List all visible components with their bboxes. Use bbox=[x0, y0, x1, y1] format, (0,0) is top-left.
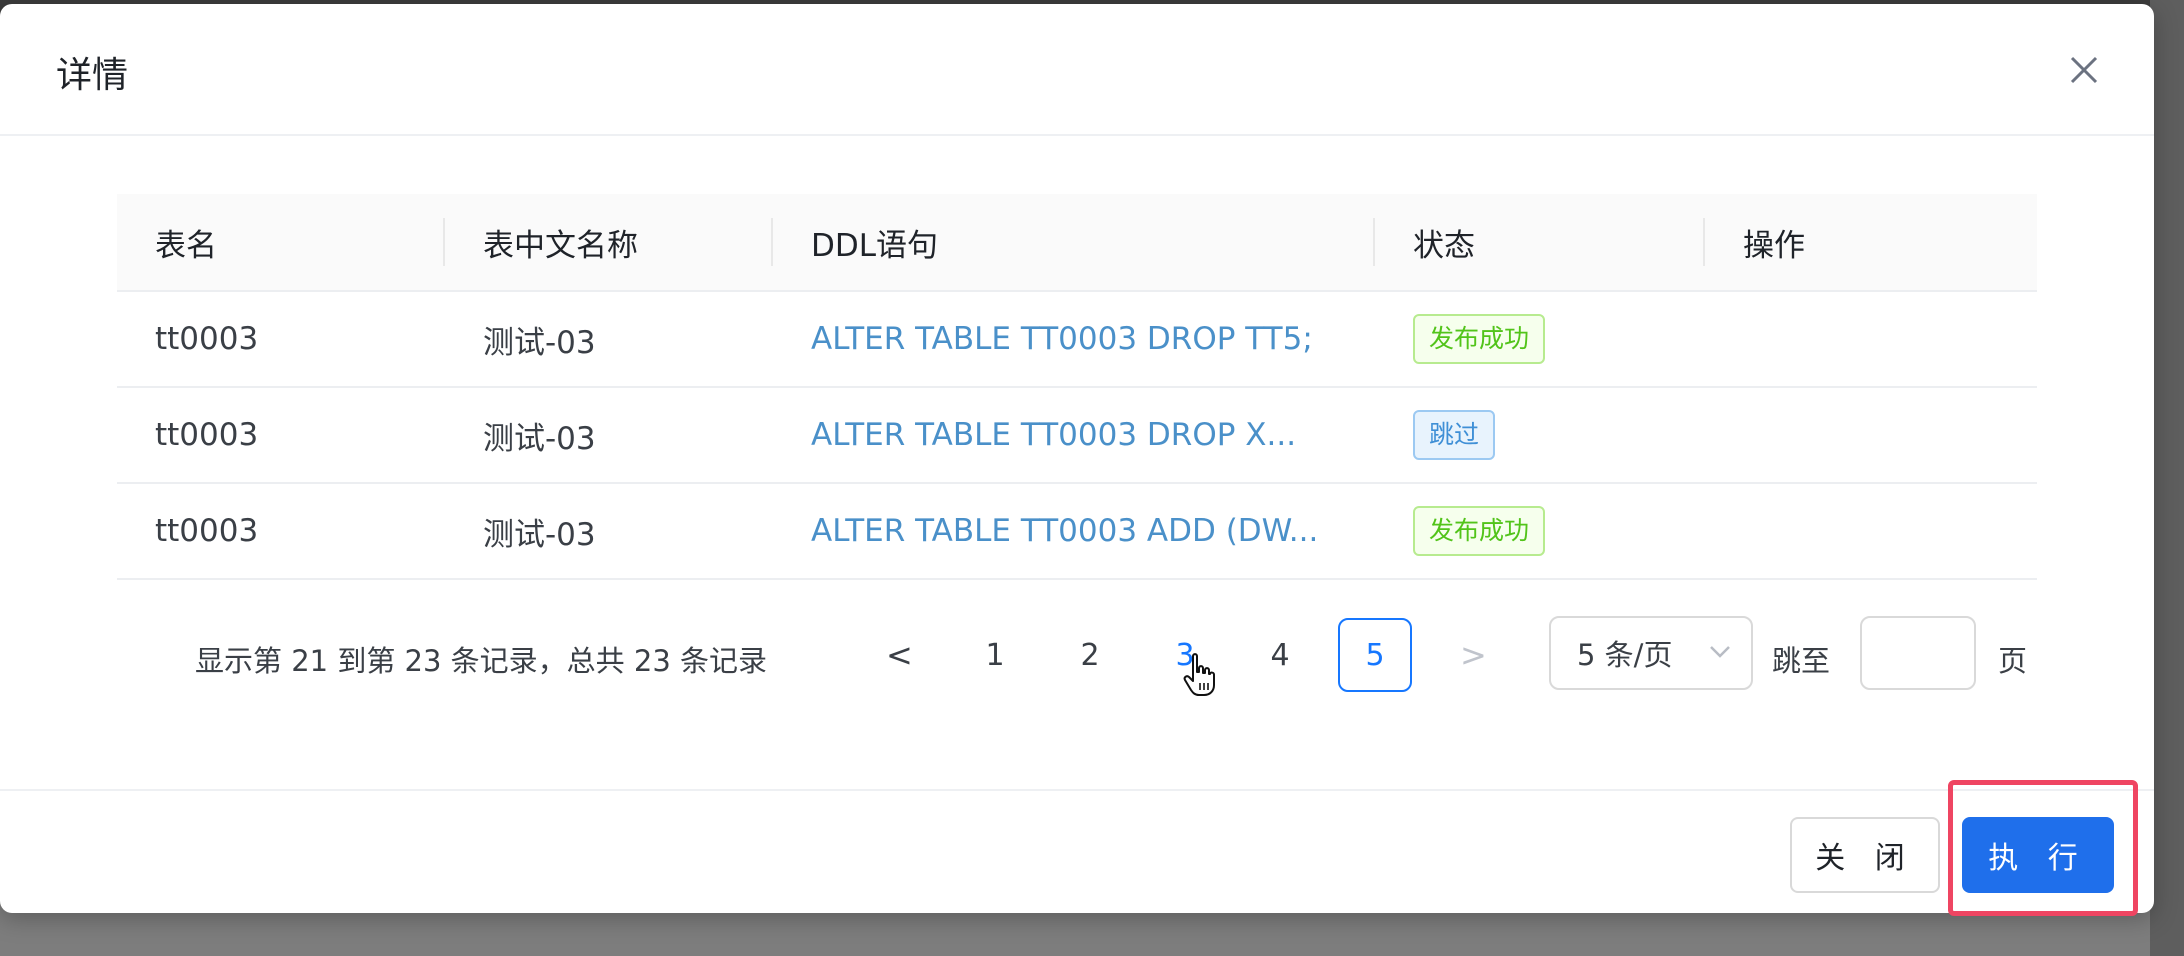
close-button[interactable]: 关 闭 bbox=[1790, 817, 1940, 893]
column-header-table-cn-name: 表中文名称 bbox=[445, 194, 773, 290]
cell-table-name: tt0003 bbox=[155, 321, 259, 357]
pagination: 显示第 21 到第 23 条记录，总共 23 条记录 < 1 2 3 4 5 >… bbox=[0, 614, 2154, 694]
column-header-actions: 操作 bbox=[1743, 227, 1805, 264]
column-header-table-name: 表名 bbox=[117, 194, 445, 290]
highlight-annotation bbox=[1948, 780, 2138, 916]
close-icon[interactable] bbox=[2068, 54, 2100, 86]
page-size-select[interactable]: 5 条/页 bbox=[1549, 616, 1753, 690]
page-item-4[interactable]: 4 bbox=[1243, 618, 1317, 692]
table-header: 表名 表中文名称 DDL语句 状态 操作 bbox=[117, 194, 2037, 292]
cell-table-cn-name: 测试-03 bbox=[483, 324, 596, 361]
cell-table-name: tt0003 bbox=[155, 513, 259, 549]
table-row: tt0003 测试-03 ALTER TABLE TT0003 DROP X..… bbox=[117, 388, 2037, 484]
page-size-value: 5 条/页 bbox=[1577, 638, 1673, 672]
dialog-header: 详情 bbox=[0, 4, 2154, 136]
cell-status: 发布成功 bbox=[1375, 506, 1705, 556]
column-header-ddl: DDL语句 bbox=[773, 194, 1375, 290]
status-badge: 发布成功 bbox=[1413, 314, 1546, 364]
cell-ddl: ALTER TABLE TT0003 DROP X... bbox=[773, 417, 1375, 453]
column-header-status: 状态 bbox=[1375, 194, 1705, 290]
jump-label: 跳至 bbox=[1772, 644, 1831, 678]
table-row: tt0003 测试-03 ALTER TABLE TT0003 ADD (DW.… bbox=[117, 484, 2037, 580]
next-page-button[interactable]: > bbox=[1460, 636, 1487, 674]
chevron-down-icon bbox=[1710, 646, 1730, 658]
dialog-footer: 关 闭 执 行 bbox=[0, 789, 2154, 915]
page-item-2[interactable]: 2 bbox=[1053, 618, 1127, 692]
cell-status: 跳过 bbox=[1375, 410, 1705, 460]
page-item-1[interactable]: 1 bbox=[958, 618, 1032, 692]
pagination-summary: 显示第 21 到第 23 条记录，总共 23 条记录 bbox=[195, 644, 768, 678]
cell-table-cn-name: 测试-03 bbox=[483, 420, 596, 457]
cell-ddl: ALTER TABLE TT0003 ADD (DW... bbox=[773, 513, 1375, 549]
ddl-link[interactable]: ALTER TABLE TT0003 DROP X... bbox=[811, 417, 1296, 453]
ddl-link[interactable]: ALTER TABLE TT0003 ADD (DW... bbox=[811, 513, 1318, 549]
table-row: tt0003 测试-03 ALTER TABLE TT0003 DROP TT5… bbox=[117, 292, 2037, 388]
jump-suffix-label: 页 bbox=[1998, 644, 2028, 678]
backdrop-right-strip bbox=[2150, 0, 2184, 956]
hand-cursor-icon bbox=[1183, 653, 1215, 696]
status-badge: 发布成功 bbox=[1413, 506, 1546, 556]
page-item-5[interactable]: 5 bbox=[1338, 618, 1412, 692]
cell-table-cn-name: 测试-03 bbox=[483, 516, 596, 553]
ddl-table: 表名 表中文名称 DDL语句 状态 操作 tt0003 测试-03 ALTER … bbox=[117, 194, 2037, 580]
ddl-link[interactable]: ALTER TABLE TT0003 DROP TT5; bbox=[811, 321, 1313, 357]
jump-page-input[interactable] bbox=[1860, 616, 1976, 690]
status-badge: 跳过 bbox=[1413, 410, 1496, 460]
cell-status: 发布成功 bbox=[1375, 314, 1705, 364]
cell-ddl: ALTER TABLE TT0003 DROP TT5; bbox=[773, 321, 1375, 357]
prev-page-button[interactable]: < bbox=[886, 636, 913, 674]
detail-dialog: 详情 表名 表中文名称 DDL语句 状态 操作 tt0003 测试-03 ALT… bbox=[0, 4, 2154, 913]
dialog-title: 详情 bbox=[56, 55, 129, 96]
cell-table-name: tt0003 bbox=[155, 417, 259, 453]
